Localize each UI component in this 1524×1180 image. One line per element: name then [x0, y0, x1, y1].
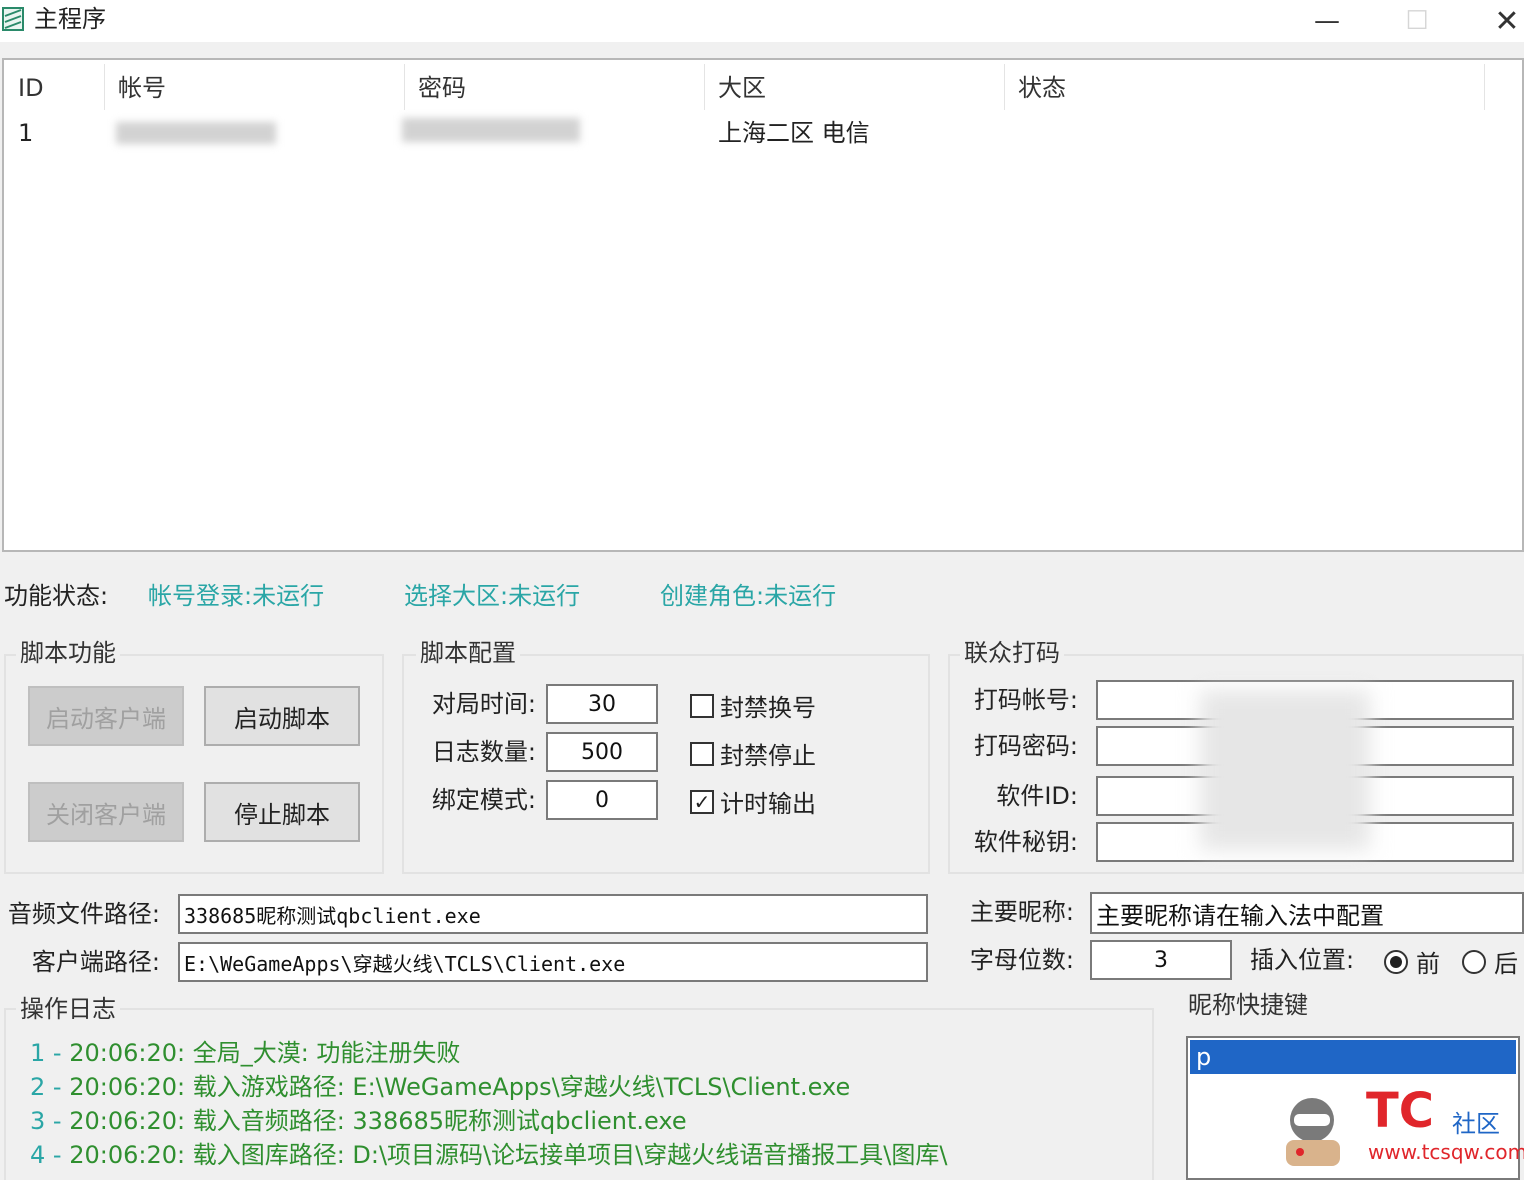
log-line-text: 20:06:20: 载入音频路径: 338685昵称测试qbclient.exe	[69, 1107, 687, 1135]
redacted-password	[402, 118, 580, 142]
log-count-input[interactable]: 500	[546, 732, 658, 772]
redacted-captcha-credentials	[1200, 690, 1370, 850]
column-separator[interactable]	[1004, 64, 1005, 110]
audio-path-label: 音频文件路径:	[7, 900, 160, 928]
insert-after-radio[interactable]: 后	[1462, 944, 1518, 979]
log-line-text: 20:06:20: 全局_大漠: 功能注册失败	[69, 1039, 461, 1067]
app-icon	[2, 4, 24, 34]
column-separator[interactable]	[404, 64, 405, 110]
column-header-account[interactable]: 帐号	[106, 68, 404, 112]
ban-switch-checkbox[interactable]: 封禁换号	[690, 688, 816, 723]
start-client-button[interactable]: 启动客户端	[28, 686, 184, 746]
log-list[interactable]: 1 - 20:06:20: 全局_大漠: 功能注册失败 2 - 20:06:20…	[30, 1036, 947, 1172]
status-select-region: 选择大区:未运行	[404, 582, 581, 610]
status-account-login: 帐号登录:未运行	[148, 582, 325, 610]
log-line: 1 - 20:06:20: 全局_大漠: 功能注册失败	[30, 1036, 947, 1070]
log-line-number: 4 -	[30, 1141, 70, 1169]
audio-path-input[interactable]: 338685昵称测试qbclient.exe	[178, 894, 928, 934]
maximize-button[interactable]: ☐	[1372, 0, 1462, 42]
script-functions-title: 脚本功能	[16, 638, 120, 668]
checkbox-box[interactable]	[690, 693, 714, 718]
software-id-label: 软件ID:	[996, 782, 1078, 810]
column-separator[interactable]	[1484, 64, 1485, 110]
insert-position-label: 插入位置:	[1250, 946, 1355, 974]
log-line-text: 20:06:20: 载入图库路径: D:\项目源码\论坛接单项目\穿越火线语音播…	[69, 1141, 948, 1169]
close-button[interactable]: ✕	[1462, 0, 1524, 42]
column-header-id[interactable]: ID	[6, 68, 104, 112]
client-path-label: 客户端路径:	[31, 948, 160, 976]
log-line-number: 1 -	[30, 1039, 70, 1067]
match-time-input[interactable]: 30	[546, 684, 658, 724]
captcha-title: 联众打码	[960, 638, 1064, 668]
start-script-button[interactable]: 启动脚本	[204, 686, 360, 746]
status-create-role: 创建角色:未运行	[660, 582, 837, 610]
watermark-url: www.tcsqw.com	[1368, 1140, 1524, 1164]
script-config-title: 脚本配置	[416, 638, 520, 668]
letter-count-label: 字母位数:	[969, 946, 1074, 974]
row-id[interactable]: 1	[18, 116, 33, 150]
watermark-logo: TC 社区 www.tcsqw.com	[1272, 1080, 1524, 1170]
column-header-status[interactable]: 状态	[1006, 68, 1484, 112]
log-line: 3 - 20:06:20: 载入音频路径: 338685昵称测试qbclient…	[30, 1104, 947, 1138]
operation-log-title: 操作日志	[16, 994, 120, 1024]
captcha-password-label: 打码密码:	[973, 732, 1078, 760]
bind-mode-input[interactable]: 0	[546, 780, 658, 820]
checkbox-checked-box[interactable]: ✓	[690, 789, 714, 814]
timer-output-checkbox[interactable]: ✓ 计时输出	[690, 784, 816, 819]
nickname-shortcut-title: 昵称快捷键	[1184, 990, 1312, 1020]
captcha-account-label: 打码帐号:	[973, 686, 1078, 714]
column-header-region[interactable]: 大区	[706, 68, 1004, 112]
radio-selected-circle[interactable]	[1384, 949, 1408, 974]
log-count-label: 日志数量:	[431, 738, 536, 766]
row-region[interactable]: 上海二区 电信	[718, 116, 870, 150]
main-nickname-input[interactable]: 主要昵称请在输入法中配置	[1090, 892, 1524, 934]
log-line: 4 - 20:06:20: 载入图库路径: D:\项目源码\论坛接单项目\穿越火…	[30, 1138, 947, 1172]
client-path-input[interactable]: E:\WeGameApps\穿越火线\TCLS\Client.exe	[178, 942, 928, 982]
column-separator[interactable]	[104, 64, 105, 110]
log-line-number: 3 -	[30, 1107, 70, 1135]
log-line-text: 20:06:20: 载入游戏路径: E:\WeGameApps\穿越火线\TCL…	[69, 1073, 851, 1101]
ban-stop-label: 封禁停止	[720, 742, 816, 770]
insert-before-radio[interactable]: 前	[1384, 944, 1440, 979]
main-nickname-label: 主要昵称:	[969, 898, 1074, 926]
log-line-number: 2 -	[30, 1073, 70, 1101]
redacted-account	[116, 122, 276, 144]
log-line: 2 - 20:06:20: 载入游戏路径: E:\WeGameApps\穿越火线…	[30, 1070, 947, 1104]
column-separator[interactable]	[704, 64, 705, 110]
watermark-tc-text: TC	[1366, 1083, 1434, 1139]
minimize-button[interactable]: —	[1282, 0, 1372, 42]
shortcut-list-item[interactable]: p	[1190, 1040, 1516, 1074]
insert-after-label: 后	[1494, 950, 1518, 978]
window-title: 主程序	[34, 5, 106, 33]
ban-switch-label: 封禁换号	[720, 694, 816, 722]
ban-stop-checkbox[interactable]: 封禁停止	[690, 736, 816, 771]
software-key-label: 软件秘钥:	[973, 828, 1078, 856]
checkbox-box[interactable]	[690, 741, 714, 766]
match-time-label: 对局时间:	[431, 690, 536, 718]
watermark-community-text: 社区	[1452, 1110, 1500, 1138]
letter-count-input[interactable]: 3	[1090, 940, 1232, 980]
function-status-label: 功能状态:	[4, 582, 109, 610]
radio-circle[interactable]	[1462, 949, 1486, 974]
stop-script-button[interactable]: 停止脚本	[204, 782, 360, 842]
close-client-button[interactable]: 关闭客户端	[28, 782, 184, 842]
bind-mode-label: 绑定模式:	[431, 786, 536, 814]
timer-output-label: 计时输出	[720, 790, 816, 818]
insert-before-label: 前	[1416, 950, 1440, 978]
radio-dot	[1390, 955, 1402, 968]
column-header-password[interactable]: 密码	[406, 68, 704, 112]
